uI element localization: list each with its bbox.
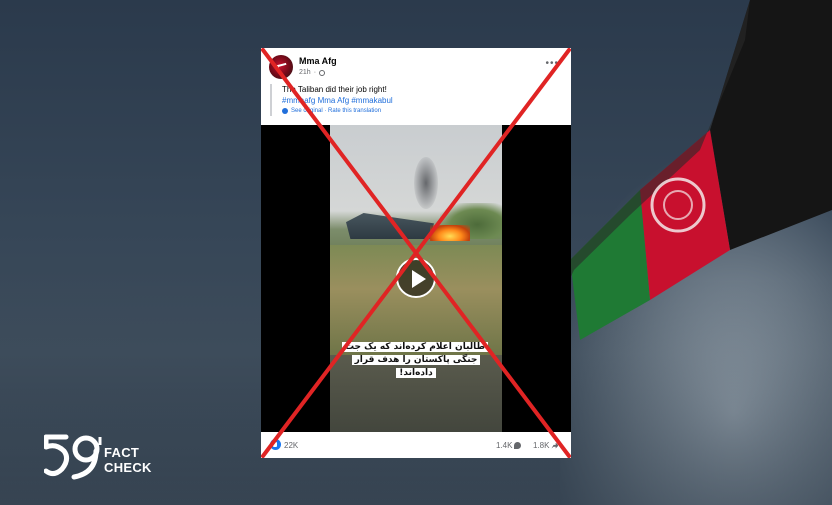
reaction-count[interactable]: 22K: [284, 441, 298, 450]
fact-check-logo-mark: [43, 434, 102, 480]
aircraft-wreckage: [346, 213, 434, 239]
play-icon[interactable]: [396, 258, 436, 298]
video-caption-text: طالبان اعلام کرده‌اند که یک جت جنگی پاکس…: [341, 342, 488, 378]
post-time[interactable]: 21h: [299, 69, 311, 76]
post-author[interactable]: Mma Afg: [299, 56, 337, 66]
afghanistan-flag-image: [560, 0, 832, 340]
share-count[interactable]: 1.8K: [533, 441, 559, 450]
gear-icon: [282, 108, 288, 114]
facebook-post: Mma Afg 21h · ••• The Taliban did their …: [261, 48, 571, 458]
globe-icon: [319, 69, 326, 76]
comment-count[interactable]: 1.4K: [496, 441, 522, 450]
like-icon[interactable]: [270, 439, 281, 450]
post-meta: 21h ·: [299, 69, 326, 76]
post-footer: 22K 1.4K 1.8K: [261, 432, 571, 458]
logo-check-text: CHECK: [104, 460, 152, 475]
post-text: The Taliban did their job right! #mmaafg…: [270, 84, 560, 116]
fire: [430, 225, 470, 241]
video-player[interactable]: طالبان اعلام کرده‌اند که یک جت جنگی پاکس…: [261, 125, 571, 432]
comment-icon: [514, 442, 522, 449]
comment-count-label[interactable]: 1.4K: [496, 441, 512, 450]
avatar[interactable]: [269, 55, 293, 79]
post-header: Mma Afg 21h · ••• The Taliban did their …: [261, 48, 571, 125]
translation-links[interactable]: See original · Rate this translation: [282, 106, 560, 116]
video-caption: طالبان اعلام کرده‌اند که یک جت جنگی پاکس…: [341, 341, 488, 380]
logo-fact-text: FACT: [104, 445, 140, 460]
post-message: The Taliban did their job right!: [282, 85, 387, 94]
share-icon: [551, 442, 559, 449]
fact-check-logo: FACT CHECK: [43, 433, 156, 481]
smoke-plume: [414, 157, 438, 209]
share-count-label[interactable]: 1.8K: [533, 441, 549, 450]
meta-separator: ·: [313, 69, 317, 76]
translation-links-label[interactable]: See original · Rate this translation: [291, 106, 381, 116]
more-icon[interactable]: •••: [545, 58, 559, 69]
post-hashtags[interactable]: #mmaafg Mma Afg #mmakabul: [282, 95, 560, 106]
